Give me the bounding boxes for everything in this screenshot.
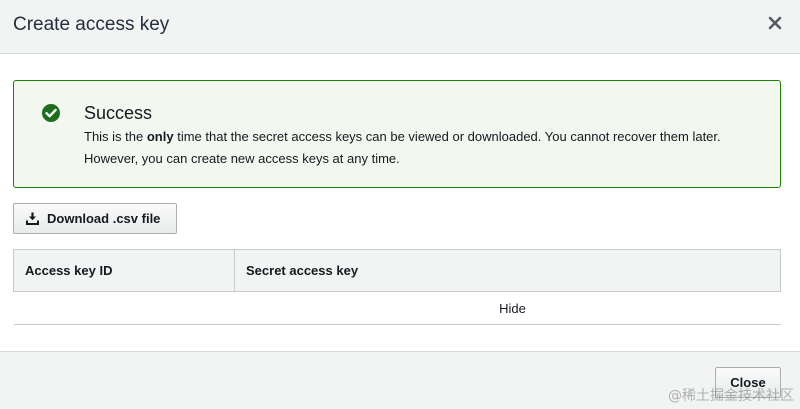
column-header-access-key-id: Access key ID xyxy=(13,249,235,292)
table-row: Hide xyxy=(13,291,781,325)
column-header-secret-access-key: Secret access key xyxy=(234,249,781,292)
success-alert: Success This is the only time that the s… xyxy=(13,80,781,188)
download-button-label: Download .csv file xyxy=(47,211,161,226)
hide-secret-link[interactable]: Hide xyxy=(499,301,526,316)
close-icon[interactable] xyxy=(768,16,782,30)
dialog-footer: Close @稀土掘金技术社区 xyxy=(0,351,800,409)
download-csv-button[interactable]: Download .csv file xyxy=(13,203,177,234)
dialog-title: Create access key xyxy=(13,14,170,35)
download-icon xyxy=(26,212,39,225)
alert-message: This is the only time that the secret ac… xyxy=(84,126,764,170)
alert-message-end: time that the secret access keys can be … xyxy=(84,129,721,166)
table-header-row: Access key ID Secret access key xyxy=(13,249,781,292)
alert-message-emphasis: only xyxy=(146,129,174,144)
access-keys-table: Access key ID Secret access key Hide xyxy=(13,249,781,325)
check-circle-icon xyxy=(42,104,60,122)
secret-access-key-cell: Hide xyxy=(234,291,781,325)
access-key-id-cell xyxy=(13,291,235,325)
close-button[interactable]: Close xyxy=(715,367,781,398)
alert-message-start: This is the xyxy=(84,129,147,144)
alert-title: Success xyxy=(84,103,153,123)
dialog-header: Create access key xyxy=(0,0,800,54)
create-access-key-dialog: Create access key Success This is the on… xyxy=(0,0,800,409)
